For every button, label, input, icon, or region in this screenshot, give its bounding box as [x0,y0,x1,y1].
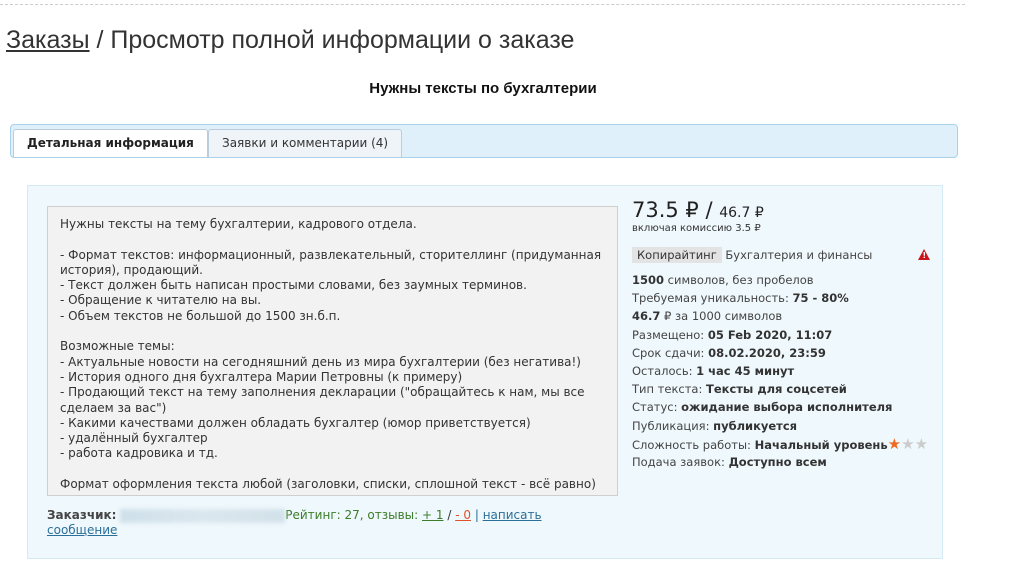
star-icon: ★ [887,434,902,453]
tab-bids-comments[interactable]: Заявки и комментарии (4) [208,129,403,157]
rate-row: 46.7 ₽ за 1000 символов [632,309,783,324]
category: Копирайтинг Бухгалтерия и финансы ! [632,247,932,264]
order-description: Нужны тексты на тему бухгалтерии, кадров… [47,206,618,496]
link-separator: | [474,508,479,522]
customer-name-blurred [120,508,286,523]
star-icon: ★ [901,434,915,453]
text-type-row: Тип текста: Тексты для соцсетей [632,382,847,397]
applications-row: Подача заявок: Доступно всем [632,454,827,469]
customer-label: Заказчик: [47,508,117,522]
reviews-separator: / [447,508,452,522]
warning-icon[interactable]: ! [918,249,930,260]
commission: включая комиссию 3.5 ₽ [632,223,761,234]
price: 73.5 ₽ / 46.7 ₽ [632,198,932,222]
price-total: 73.5 ₽ / [632,198,713,222]
order-title: Нужны тексты по бухгалтерии [369,80,597,97]
category-tag[interactable]: Копирайтинг [632,247,722,263]
difficulty-row: Сложность работы: Начальный уровень★★★ [632,434,929,453]
chars-row: 1500 символов, без пробелов [632,273,814,287]
uniqueness-row: Требуемая уникальность: 75 - 80% [632,291,849,306]
breadcrumb-orders-link[interactable]: Заказы [6,26,90,54]
difficulty-stars: ★★★ [887,434,929,453]
time-left-row: Осталось: 1 час 45 минут [632,363,795,378]
price-net: 46.7 ₽ [719,205,764,221]
top-divider [0,4,965,5]
customer-info: Заказчик: Рейтинг: 27, отзывы: + 1 / - 0… [47,508,567,538]
customer-rating: Рейтинг: 27, отзывы: [285,508,419,522]
breadcrumb-separator: / [89,26,111,54]
breadcrumb: Заказы / Просмотр полной информации о за… [6,26,574,55]
star-icon: ★ [914,434,929,453]
negative-reviews-link[interactable]: - 0 [455,508,471,522]
publication-row: Публикация: публикуется [632,418,798,433]
tab-bar: Детальная информация Заявки и комментари… [10,124,958,158]
page-title: Просмотр полной информации о заказе [110,26,575,54]
tab-details[interactable]: Детальная информация [13,129,208,157]
positive-reviews-link[interactable]: + 1 [422,508,444,522]
category-name[interactable]: Бухгалтерия и финансы [725,248,872,262]
deadline-row: Срок сдачи: 08.02.2020, 23:59 [632,345,826,360]
order-details: 73.5 ₽ / 46.7 ₽ включая комиссию 3.5 ₽ К… [632,198,932,471]
status-row: Статус: ожидание выбора исполнителя [632,400,893,415]
posted-row: Размещено: 05 Feb 2020, 11:07 [632,327,833,342]
